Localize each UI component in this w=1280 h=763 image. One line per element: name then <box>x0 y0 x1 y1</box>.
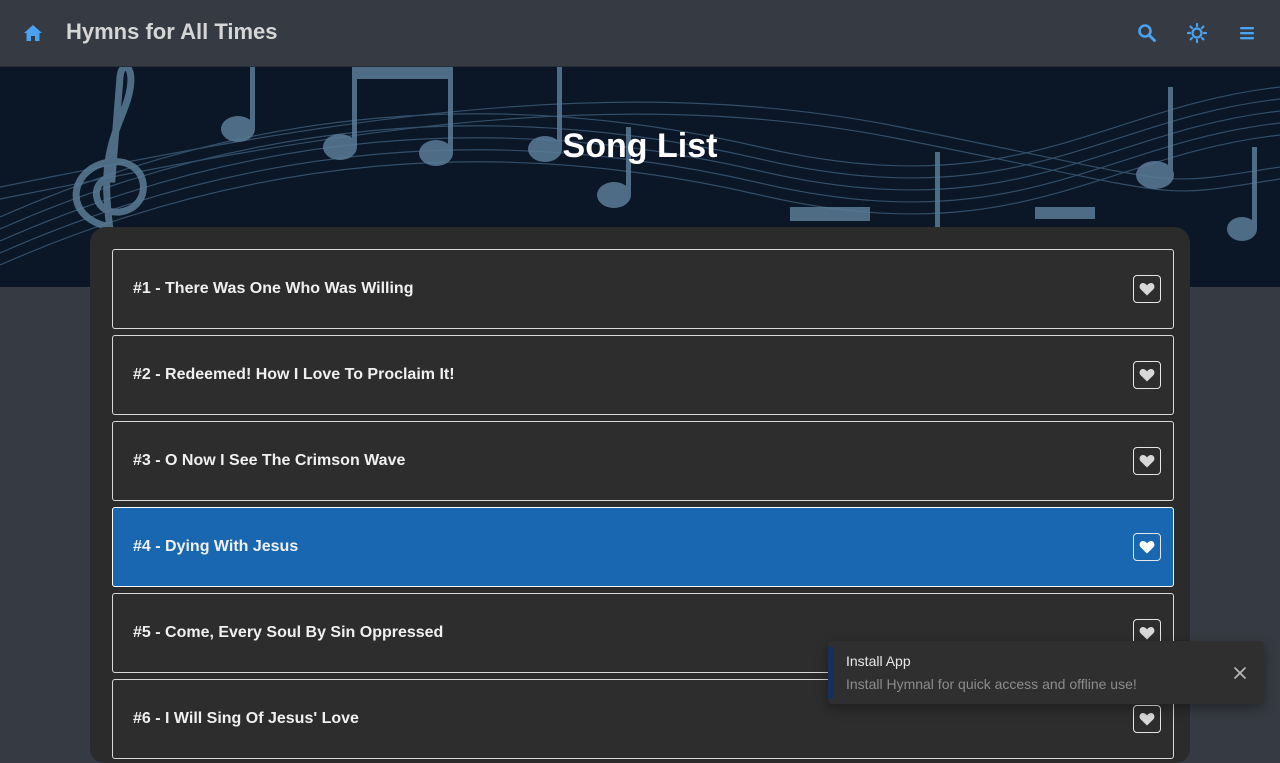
page-title: Song List <box>562 127 718 165</box>
favorite-button[interactable] <box>1133 275 1161 303</box>
song-title: #2 - Redeemed! How I Love To Proclaim It… <box>133 366 455 383</box>
favorite-button[interactable] <box>1133 705 1161 733</box>
heart-icon <box>1139 540 1155 554</box>
heart-icon <box>1139 712 1155 726</box>
song-title: #5 - Come, Every Soul By Sin Oppressed <box>133 624 444 641</box>
song-item[interactable]: #2 - Redeemed! How I Love To Proclaim It… <box>112 335 1174 415</box>
song-title: #3 - O Now I See The Crimson Wave <box>133 452 406 469</box>
heart-icon <box>1139 282 1155 296</box>
song-item-active[interactable]: #4 - Dying With Jesus <box>112 507 1174 587</box>
toast-message: Install Hymnal for quick access and offl… <box>846 676 1137 692</box>
install-app-toast: Install App Install Hymnal for quick acc… <box>828 641 1264 704</box>
app-title[interactable]: Hymns for All Times <box>66 19 278 45</box>
home-icon[interactable] <box>22 22 44 44</box>
toast-title: Install App <box>846 653 911 669</box>
heart-icon <box>1139 454 1155 468</box>
favorite-button[interactable] <box>1133 361 1161 389</box>
toast-accent-bar <box>828 647 834 699</box>
sun-icon[interactable] <box>1186 22 1208 44</box>
song-title: #6 - I Will Sing Of Jesus' Love <box>133 710 359 727</box>
song-item[interactable]: #3 - O Now I See The Crimson Wave <box>112 421 1174 501</box>
search-icon[interactable] <box>1136 22 1158 44</box>
favorite-button[interactable] <box>1133 533 1161 561</box>
top-navbar: Hymns for All Times <box>0 0 1280 67</box>
hamburger-menu-icon[interactable] <box>1236 22 1258 44</box>
heart-icon <box>1139 626 1155 640</box>
favorite-button[interactable] <box>1133 447 1161 475</box>
song-item[interactable]: #1 - There Was One Who Was Willing <box>112 249 1174 329</box>
close-icon[interactable] <box>1232 665 1248 681</box>
heart-icon <box>1139 368 1155 382</box>
song-title: #1 - There Was One Who Was Willing <box>133 280 414 297</box>
song-title: #4 - Dying With Jesus <box>133 538 299 555</box>
